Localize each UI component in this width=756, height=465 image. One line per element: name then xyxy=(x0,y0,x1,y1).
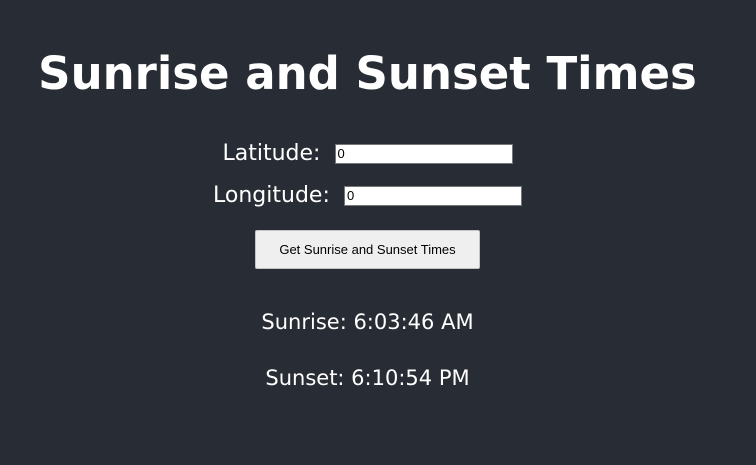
longitude-label: Longitude: xyxy=(213,183,330,208)
longitude-input[interactable] xyxy=(343,186,522,206)
get-times-button[interactable]: Get Sunrise and Sunset Times xyxy=(255,230,480,269)
app-container: Sunrise and Sunset Times Latitude: Longi… xyxy=(0,0,756,465)
latitude-input[interactable] xyxy=(334,144,513,164)
page-title: Sunrise and Sunset Times xyxy=(38,47,697,100)
sunset-result: Sunset: 6:10:54 PM xyxy=(265,366,470,390)
latitude-row: Latitude: xyxy=(0,140,735,168)
longitude-row: Longitude: xyxy=(0,182,735,210)
sunrise-result: Sunrise: 6:03:46 AM xyxy=(261,310,474,334)
latitude-label: Latitude: xyxy=(222,141,321,166)
